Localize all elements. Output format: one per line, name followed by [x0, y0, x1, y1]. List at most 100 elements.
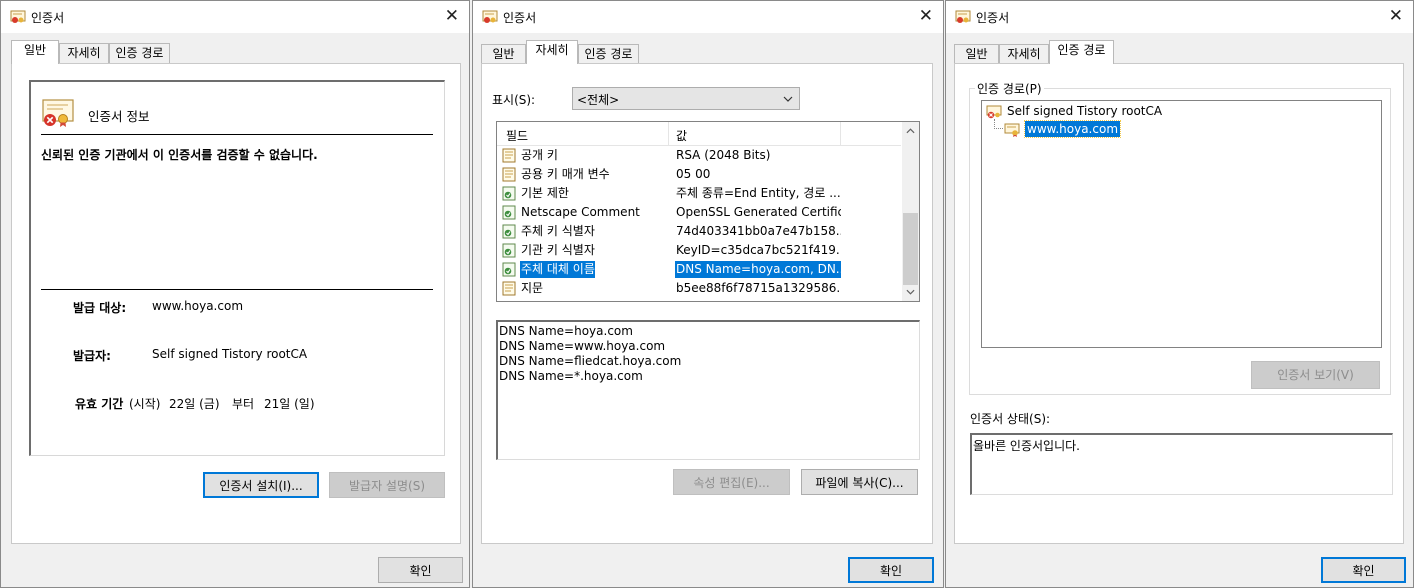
trust-warning: 신뢰된 인증 기관에서 이 인증서를 검증할 수 없습니다.	[41, 148, 318, 162]
window-title: 인증서	[503, 11, 537, 25]
vertical-scrollbar[interactable]	[902, 122, 919, 301]
issued-by-label: 발급자:	[73, 349, 111, 363]
cert-info-box: 인증서 정보 신뢰된 인증 기관에서 이 인증서를 검증할 수 없습니다. 발급…	[29, 80, 445, 456]
show-select-value: <전체>	[577, 93, 620, 107]
field-name: 주체 키 식별자	[521, 224, 595, 238]
divider	[41, 289, 433, 290]
field-list[interactable]: 필드 값 공개 키 RSA (2048 Bits) 공용 키 매개 변수 05 00 기…	[496, 121, 920, 302]
chevron-down-icon	[783, 96, 793, 102]
tab-cert-path[interactable]: 인증 경로	[1049, 40, 1114, 64]
field-row[interactable]: 주체 키 식별자 74d403341bb0a7e47b158...	[497, 222, 901, 241]
extension-icon	[502, 243, 516, 258]
divider	[41, 134, 433, 135]
tab-general[interactable]: 일반	[954, 44, 999, 65]
field-name: 기관 키 식별자	[521, 243, 595, 257]
cert-dialog-path: 인증서 ✕ 일반 자세히 인증 경로 인증 경로(P) Self signed …	[945, 0, 1414, 588]
copy-to-file-button[interactable]: 파일에 복사(C)...	[801, 469, 918, 495]
tab-details[interactable]: 자세히	[59, 43, 109, 64]
ok-button[interactable]: 확인	[848, 557, 934, 583]
close-icon[interactable]: ✕	[1389, 6, 1403, 26]
issuer-statement-button[interactable]: 발급자 설명(S)	[329, 472, 445, 498]
field-row[interactable]: 기본 제한 주체 종류=End Entity, 경로 ...	[497, 184, 901, 203]
cert-status-label: 인증서 상태(S):	[970, 412, 1051, 426]
view-cert-button[interactable]: 인증서 보기(V)	[1251, 361, 1380, 389]
field-name: Netscape Comment	[521, 205, 640, 219]
tree-node-leaf[interactable]: www.hoya.com	[1023, 120, 1122, 138]
value-line: DNS Name=www.hoya.com	[499, 339, 666, 353]
scroll-up-icon[interactable]	[906, 128, 915, 134]
title-bar: 인증서 ✕	[946, 1, 1413, 33]
cert-path-group: 인증 경로(P) Self signed Tistory rootCA www.…	[969, 80, 1391, 395]
certificate-icon	[10, 10, 26, 23]
field-name: 지문	[521, 281, 544, 295]
close-icon[interactable]: ✕	[445, 6, 459, 26]
cert-path-tree[interactable]: Self signed Tistory rootCA www.hoya.com	[981, 100, 1382, 348]
column-divider[interactable]	[668, 122, 669, 146]
ok-button[interactable]: 확인	[378, 557, 463, 583]
field-row[interactable]: 지문 b5ee88f6f78715a1329586...	[497, 279, 901, 298]
issued-to-label: 발급 대상:	[73, 301, 127, 315]
tab-panel: 표시(S): <전체> 필드 값 공개 키 RSA (2048 Bits) 공용 키…	[481, 63, 933, 544]
cert-status-box: 올바른 인증서입니다.	[970, 433, 1393, 495]
cert-dialog-details: 인증서 ✕ 일반 자세히 인증 경로 표시(S): <전체> 필드 값 공개 키…	[472, 0, 944, 588]
list-header: 필드 값	[497, 122, 901, 146]
leaf-cert-icon	[1004, 123, 1020, 137]
tab-panel: 인증 경로(P) Self signed Tistory rootCA www.…	[954, 63, 1404, 544]
scrollbar-thumb[interactable]	[903, 213, 918, 285]
value-line: DNS Name=hoya.com	[499, 324, 633, 338]
column-header-value[interactable]: 값	[676, 127, 687, 144]
field-row[interactable]: 공용 키 매개 변수 05 00	[497, 165, 901, 184]
tab-cert-path[interactable]: 인증 경로	[578, 44, 639, 65]
value-line: DNS Name=*.hoya.com	[499, 369, 643, 383]
tab-panel: 인증서 정보 신뢰된 인증 기관에서 이 인증서를 검증할 수 없습니다. 발급…	[11, 63, 461, 544]
issued-by-value: Self signed Tistory rootCA	[152, 347, 308, 361]
field-row[interactable]: 공개 키 RSA (2048 Bits)	[497, 146, 901, 165]
extension-icon	[502, 262, 516, 277]
field-row[interactable]: Netscape Comment OpenSSL Generated Certif…	[497, 203, 901, 222]
install-cert-button[interactable]: 인증서 설치(I)...	[203, 472, 319, 498]
validity-start: (시작)	[129, 397, 161, 411]
tab-general[interactable]: 일반	[11, 40, 59, 64]
document-icon	[502, 281, 516, 296]
certificate-icon	[482, 10, 498, 23]
field-row[interactable]: 기관 키 식별자 KeyID=c35dca7bc521f419...	[497, 241, 901, 260]
field-value: 05 00	[676, 167, 711, 181]
field-value-box[interactable]: DNS Name=hoya.com DNS Name=www.hoya.com …	[496, 320, 920, 460]
field-value: KeyID=c35dca7bc521f419...	[676, 243, 841, 257]
ok-button[interactable]: 확인	[1321, 557, 1406, 583]
title-bar: 인증서 ✕	[1, 1, 469, 33]
extension-icon	[502, 186, 516, 201]
cert-status-value: 올바른 인증서입니다.	[973, 439, 1080, 453]
field-value: 주체 종류=End Entity, 경로 ...	[676, 186, 841, 200]
show-select[interactable]: <전체>	[572, 87, 800, 110]
column-divider[interactable]	[840, 122, 841, 146]
field-rows: 공개 키 RSA (2048 Bits) 공용 키 매개 변수 05 00 기본 제한 주…	[497, 146, 901, 301]
field-value: RSA (2048 Bits)	[676, 148, 771, 162]
cert-path-group-label: 인증 경로(P)	[975, 80, 1044, 97]
tree-node-root[interactable]: Self signed Tistory rootCA	[1007, 104, 1162, 118]
extension-icon	[502, 224, 516, 239]
cert-info-title: 인증서 정보	[88, 109, 150, 124]
certificate-error-icon	[42, 99, 74, 127]
validity-from: 22일 (금)	[169, 397, 220, 411]
field-name: 공개 키	[521, 148, 558, 162]
column-header-field[interactable]: 필드	[506, 127, 528, 144]
field-value: OpenSSL Generated Certific...	[676, 205, 841, 219]
tab-cert-path[interactable]: 인증 경로	[109, 43, 170, 64]
edit-properties-button[interactable]: 속성 편집(E)...	[673, 469, 790, 495]
scroll-down-icon[interactable]	[906, 289, 915, 295]
field-value: DNS Name=hoya.com, DN...	[675, 261, 841, 278]
field-name: 주체 대체 이름	[520, 261, 595, 278]
close-icon[interactable]: ✕	[919, 6, 933, 26]
field-name: 공용 키 매개 변수	[521, 167, 610, 181]
tab-general[interactable]: 일반	[481, 44, 526, 65]
cert-dialog-general: 인증서 ✕ 일반 자세히 인증 경로 인증서 정보 신뢰된 인증 기관에서 이 …	[0, 0, 470, 588]
extension-icon	[502, 205, 516, 220]
show-label: 표시(S):	[492, 93, 536, 107]
field-row[interactable]: 주체 대체 이름 DNS Name=hoya.com, DN...	[497, 260, 901, 279]
tab-details[interactable]: 자세히	[526, 40, 578, 64]
window-title: 인증서	[31, 11, 65, 25]
field-value: b5ee88f6f78715a1329586...	[676, 281, 841, 295]
tree-connector	[994, 119, 1003, 129]
tab-details[interactable]: 자세히	[999, 44, 1049, 65]
